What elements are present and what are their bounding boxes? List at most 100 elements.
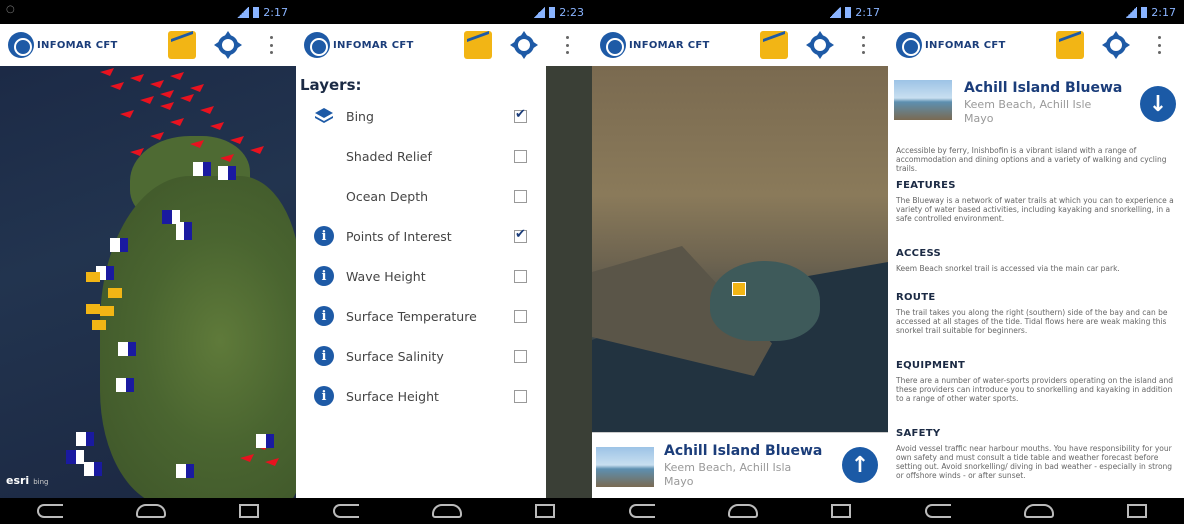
section-heading: SAFETY [896, 428, 941, 439]
wave-chart-icon[interactable] [1056, 31, 1084, 59]
recent-apps-icon[interactable] [1127, 504, 1148, 518]
layer-checkbox[interactable] [514, 189, 527, 203]
app-logo[interactable]: INFOMAR CFT [600, 32, 710, 58]
back-icon[interactable] [628, 504, 655, 518]
poi-subtitle: Keem Beach, Achill Isla [664, 461, 792, 474]
map-markers [66, 68, 279, 478]
crosshair-icon[interactable] [510, 31, 538, 59]
layer-label: Shaded Relief [346, 148, 432, 164]
map-view[interactable] [544, 66, 592, 498]
status-bar: 2:17 [592, 0, 888, 24]
infomar-logo-icon [304, 32, 330, 58]
battery-icon [253, 6, 260, 18]
layers-title: Layers: [300, 76, 362, 94]
back-icon[interactable] [36, 504, 63, 518]
wave-chart-icon[interactable] [168, 31, 196, 59]
wave-chart-icon[interactable] [760, 31, 788, 59]
screenshot-collage: ○ 2:17 INFOMAR CFT esri bing 2:23 INFOMA… [0, 0, 1184, 524]
info-icon: i [314, 306, 334, 326]
overflow-menu-icon[interactable] [268, 36, 274, 54]
layer-checkbox[interactable] [514, 389, 527, 403]
expand-up-icon[interactable]: ↑ [842, 447, 878, 483]
poi-detail: Achill Island Bluewa Keem Beach, Achill … [888, 66, 1184, 498]
nav-bar [0, 498, 296, 524]
layer-checkbox[interactable] [514, 309, 527, 323]
layer-row-points-of-interest[interactable]: i Points of Interest [296, 222, 546, 250]
poi-summary-card[interactable]: Achill Island Bluewa Keem Beach, Achill … [592, 432, 888, 498]
layer-label: Ocean Depth [346, 188, 429, 204]
back-icon[interactable] [332, 504, 359, 518]
nav-bar [296, 498, 592, 524]
layer-checkbox[interactable] [514, 227, 527, 243]
nav-bar [888, 498, 1184, 524]
poi-thumbnail [596, 447, 654, 487]
layer-row-wave-height[interactable]: i Wave Height [296, 262, 546, 290]
signal-icon [237, 6, 250, 18]
layers-screen: 2:23 INFOMAR CFT Layers: Bing Shaded Rel… [296, 0, 592, 524]
layer-label: Surface Salinity [346, 348, 444, 364]
download-icon[interactable]: ↓ [1140, 86, 1176, 122]
app-logo[interactable]: INFOMAR CFT [8, 32, 118, 58]
info-icon: i [314, 346, 334, 366]
app-bar: INFOMAR CFT [592, 24, 888, 66]
layer-row-surface-temperature[interactable]: i Surface Temperature [296, 302, 546, 330]
recent-apps-icon[interactable] [239, 504, 260, 518]
overflow-menu-icon[interactable] [1156, 36, 1162, 54]
home-icon[interactable] [727, 504, 758, 518]
layer-checkbox[interactable] [514, 269, 527, 283]
overflow-menu-icon[interactable] [860, 36, 866, 54]
app-logo[interactable]: INFOMAR CFT [304, 32, 414, 58]
wave-chart-icon[interactable] [464, 31, 492, 59]
app-logo[interactable]: INFOMAR CFT [896, 32, 1006, 58]
poi-map-screen: 2:17 INFOMAR CFT Achill Island Bluewa Ke… [592, 0, 888, 524]
app-bar: INFOMAR CFT [0, 24, 296, 66]
status-time: 2:17 [263, 5, 288, 19]
infomar-logo-icon [8, 32, 34, 58]
status-time: 2:17 [1151, 5, 1176, 19]
layer-row-surface-salinity[interactable]: i Surface Salinity [296, 342, 546, 370]
status-time: 2:23 [559, 5, 584, 19]
back-icon[interactable] [924, 504, 951, 518]
bay-area [710, 261, 820, 341]
info-icon: i [314, 266, 334, 286]
recent-apps-icon[interactable] [831, 504, 852, 518]
poi-subtitle: Keem Beach, Achill Isle [964, 98, 1092, 111]
layer-checkbox[interactable] [514, 107, 527, 123]
poi-title: Achill Island Bluewa [664, 443, 822, 459]
info-icon: i [314, 226, 334, 246]
section-body: The trail takes you along the right (sou… [896, 308, 1168, 335]
recent-apps-icon[interactable] [535, 504, 556, 518]
status-bar: 2:17 [888, 0, 1184, 24]
section-body: Avoid vessel traffic near harbour mouths… [896, 444, 1173, 480]
poi-region: Mayo [664, 475, 694, 488]
signal-icon [533, 6, 546, 18]
status-bar: ○ 2:17 [0, 0, 296, 24]
battery-icon [549, 6, 556, 18]
poi-thumbnail [894, 80, 952, 120]
home-icon[interactable] [135, 504, 166, 518]
layer-row-bing[interactable]: Bing [296, 102, 546, 130]
poi-intro: Accessible by ferry, Inishbofin is a vib… [896, 146, 1167, 173]
app-name: INFOMAR CFT [37, 39, 118, 51]
poi-marker[interactable] [732, 282, 746, 296]
crosshair-icon[interactable] [1102, 31, 1130, 59]
home-icon[interactable] [431, 504, 462, 518]
section-heading: ROUTE [896, 292, 936, 303]
section-heading: FEATURES [896, 180, 956, 191]
crosshair-icon[interactable] [214, 31, 242, 59]
nav-bar [592, 498, 888, 524]
layers-drawer: Layers: Bing Shaded Relief Ocean Depth i… [296, 66, 546, 498]
map-overview-screen: ○ 2:17 INFOMAR CFT esri bing [0, 0, 296, 524]
layer-row-shaded-relief[interactable]: Shaded Relief [296, 142, 546, 170]
home-icon[interactable] [1023, 504, 1054, 518]
layer-row-surface-height[interactable]: i Surface Height [296, 382, 546, 410]
overflow-menu-icon[interactable] [564, 36, 570, 54]
app-name: INFOMAR CFT [925, 39, 1006, 51]
layer-checkbox[interactable] [514, 349, 527, 363]
layer-row-ocean-depth[interactable]: Ocean Depth [296, 182, 546, 210]
map-view[interactable]: esri bing [0, 66, 296, 506]
signal-icon [1125, 6, 1138, 18]
crosshair-icon[interactable] [806, 31, 834, 59]
layer-checkbox[interactable] [514, 149, 527, 163]
map-attribution: esri bing [6, 474, 49, 487]
